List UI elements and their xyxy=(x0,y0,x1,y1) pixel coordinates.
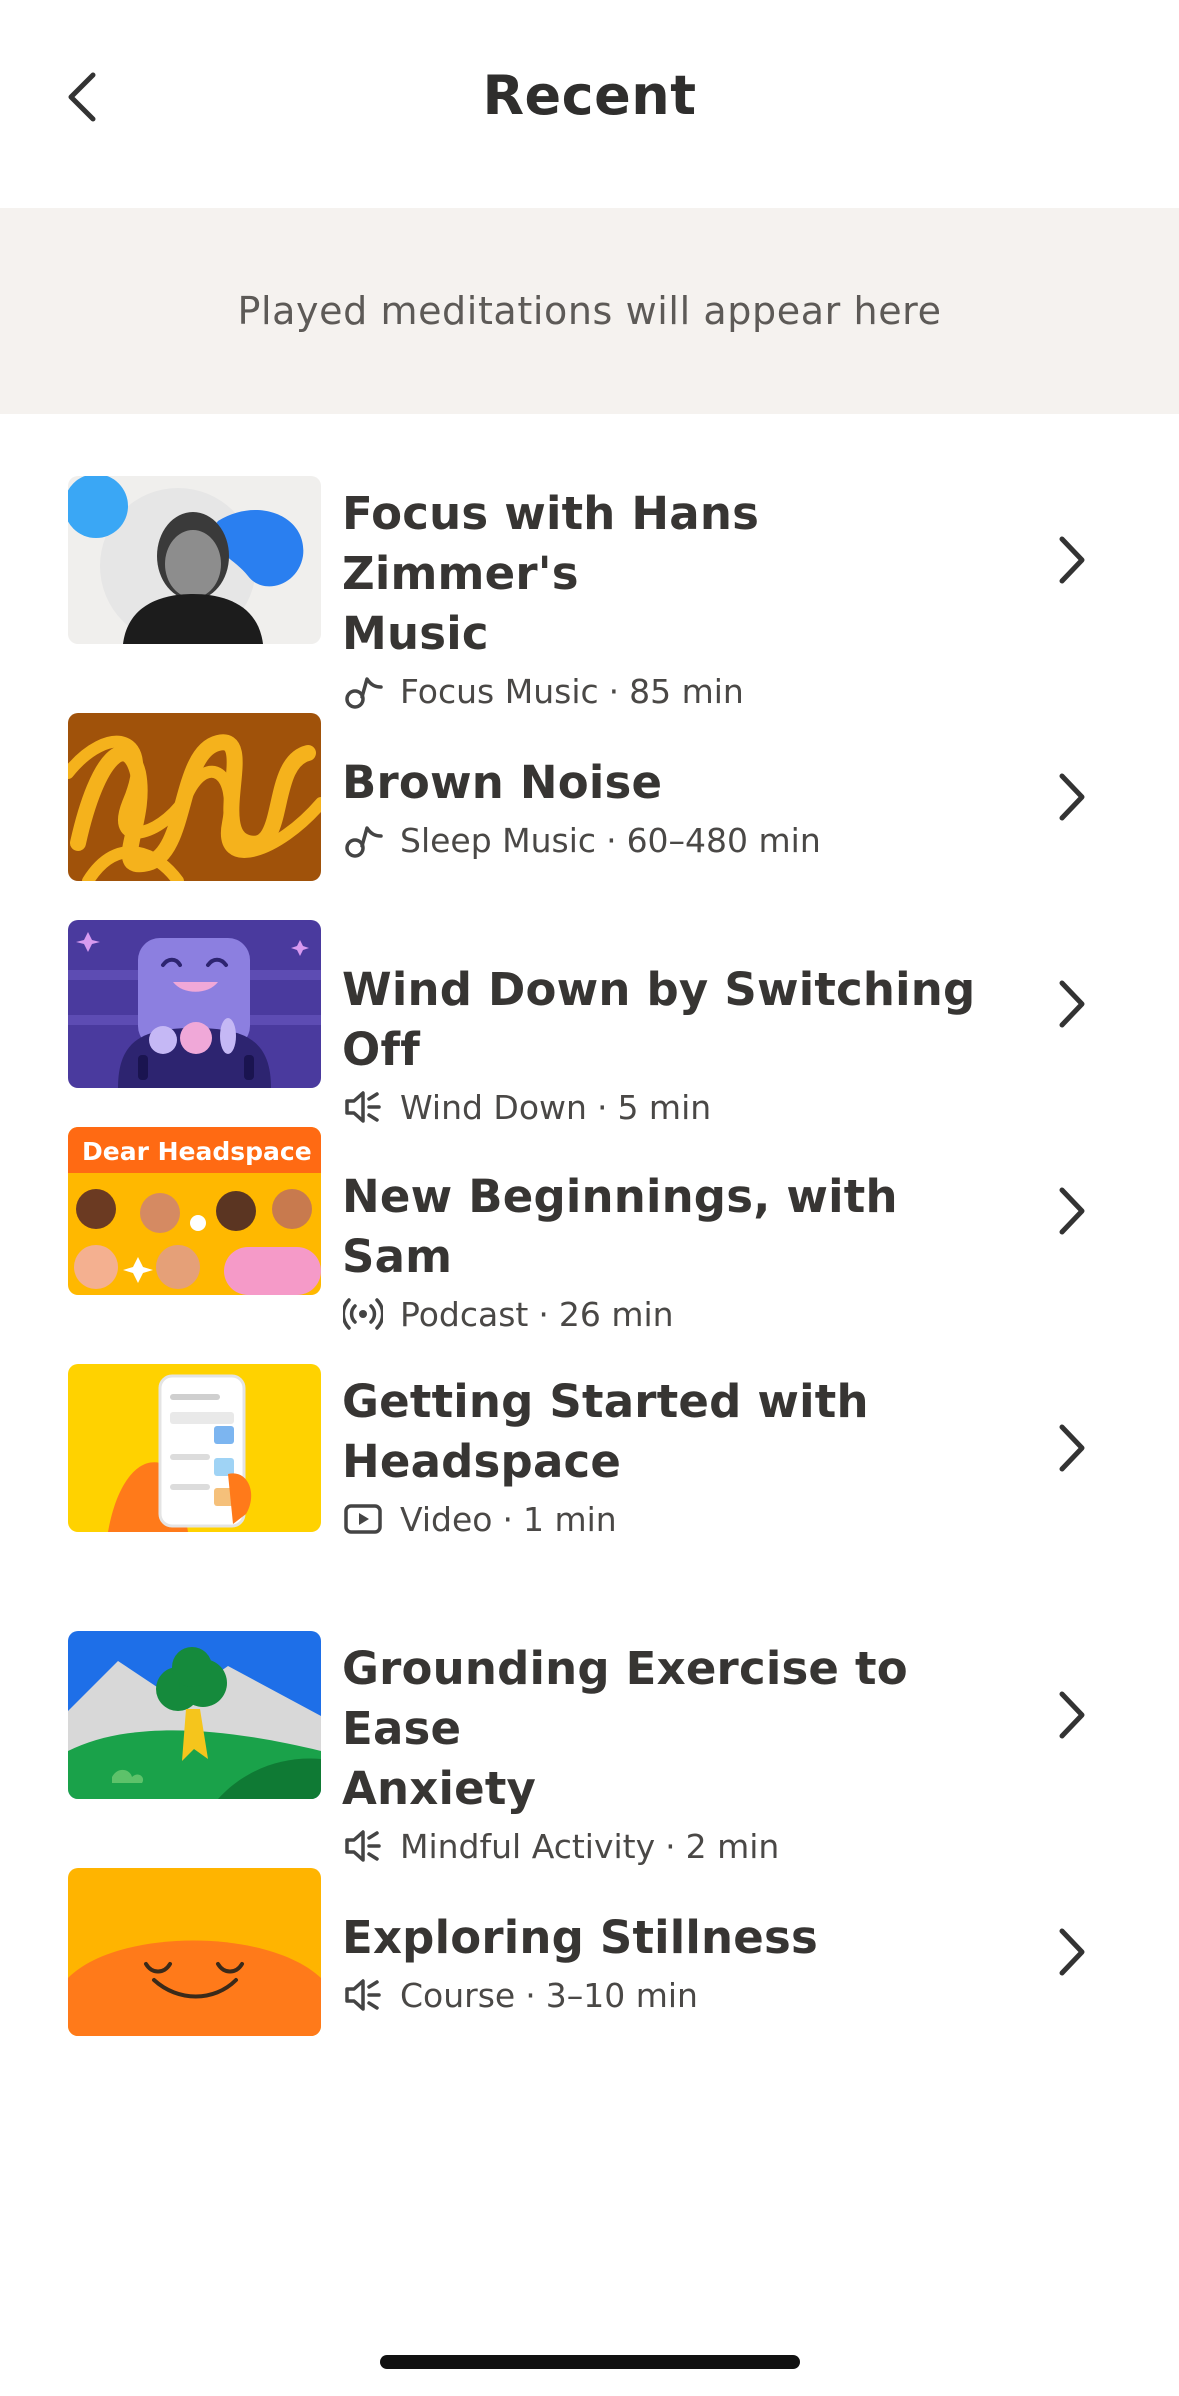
item-title: Getting Started with xyxy=(342,1375,869,1428)
list-item[interactable]: Dear Headspace New Beginnings, with Sam … xyxy=(0,1127,1179,1334)
chevron-right-icon xyxy=(1052,1181,1092,1241)
item-meta: Focus Music · 85 min xyxy=(342,666,982,716)
chevron-right-icon xyxy=(1052,530,1092,590)
meta-separator: · xyxy=(538,1294,549,1334)
item-meta: Mindful Activity · 2 min xyxy=(342,1821,982,1871)
item-title: Brown Noise xyxy=(342,756,663,809)
item-meta: Sleep Music · 60–480 min xyxy=(342,815,982,865)
item-info: Focus with Hans Zimmer's Music Focus Mus… xyxy=(342,484,982,716)
item-info: Grounding Exercise to Ease Anxiety Mindf… xyxy=(342,1639,982,1871)
music-note-icon xyxy=(342,819,384,861)
meta-separator: · xyxy=(665,1826,676,1866)
music-note-icon xyxy=(342,670,384,712)
meta-separator: · xyxy=(525,1975,536,2015)
item-meta: Video · 1 min xyxy=(342,1494,982,1544)
item-duration: 85 min xyxy=(629,671,744,711)
item-title: Focus with Hans Zimmer's xyxy=(342,487,760,600)
thumbnail-image xyxy=(68,713,321,881)
item-duration: 1 min xyxy=(522,1499,617,1539)
speaker-icon xyxy=(342,1825,384,1867)
item-category: Podcast xyxy=(400,1294,529,1334)
item-info: Exploring Stillness Course · 3–10 min xyxy=(342,1908,982,2020)
chevron-right-icon xyxy=(1052,767,1092,827)
item-category: Sleep Music xyxy=(400,820,597,860)
list-item[interactable]: Focus with Hans Zimmer's Music Focus Mus… xyxy=(0,476,1179,711)
list-item[interactable]: Exploring Stillness Course · 3–10 min xyxy=(0,1868,1179,2036)
podcast-icon xyxy=(342,1293,384,1335)
item-category: Course xyxy=(400,1975,516,2015)
chevron-right-icon xyxy=(1052,974,1092,1034)
item-title-line2: Music xyxy=(342,607,489,660)
thumbnail-image: Dear Headspace xyxy=(68,1127,321,1295)
page-title: Recent xyxy=(482,64,697,127)
item-category: Video xyxy=(400,1499,493,1539)
speaker-icon xyxy=(342,1974,384,2016)
item-category: Mindful Activity xyxy=(400,1826,656,1866)
item-title: Exploring Stillness xyxy=(342,1911,818,1964)
meta-separator: · xyxy=(502,1499,513,1539)
list-item[interactable]: Brown Noise Sleep Music · 60–480 min xyxy=(0,713,1179,881)
meta-separator: · xyxy=(608,671,620,711)
item-title: New Beginnings, with Sam xyxy=(342,1170,898,1283)
item-info: Getting Started with Headspace Video · 1… xyxy=(342,1372,982,1544)
banner-text: Played meditations will appear here xyxy=(237,289,942,333)
home-indicator[interactable] xyxy=(380,2355,800,2369)
item-category: Focus Music xyxy=(400,671,599,711)
item-duration: 3–10 min xyxy=(545,1975,698,2015)
item-title: Wind Down by Switching Off xyxy=(342,963,976,1076)
thumbnail-image xyxy=(68,1868,321,2036)
thumbnail-image xyxy=(68,920,321,1088)
video-icon xyxy=(342,1498,384,1540)
list-item[interactable]: Grounding Exercise to Ease Anxiety Mindf… xyxy=(0,1631,1179,1866)
chevron-right-icon xyxy=(1052,1922,1092,1982)
header: Recent xyxy=(0,0,1179,208)
thumbnail-title: Dear Headspace xyxy=(82,1137,312,1166)
speaker-icon xyxy=(342,1086,384,1128)
item-info: Wind Down by Switching Off Wind Down · 5… xyxy=(342,960,982,1132)
meta-separator: · xyxy=(606,820,617,860)
chevron-right-icon xyxy=(1052,1418,1092,1478)
chevron-right-icon xyxy=(1052,1685,1092,1745)
thumbnail-image xyxy=(68,1364,321,1532)
list-item[interactable]: Getting Started with Headspace Video · 1… xyxy=(0,1364,1179,1584)
list-item[interactable]: Wind Down by Switching Off Wind Down · 5… xyxy=(0,920,1179,1127)
item-duration: 26 min xyxy=(558,1294,674,1334)
item-title-line2: Headspace xyxy=(342,1435,622,1488)
item-duration: 2 min xyxy=(685,1826,780,1866)
item-meta: Wind Down · 5 min xyxy=(342,1082,982,1132)
meta-separator: · xyxy=(596,1087,608,1127)
item-info: New Beginnings, with Sam Podcast · 26 mi… xyxy=(342,1167,982,1339)
thumbnail-image xyxy=(68,476,321,644)
item-meta: Podcast · 26 min xyxy=(342,1289,982,1339)
item-title-line2: Anxiety xyxy=(342,1762,537,1815)
item-category: Wind Down xyxy=(400,1087,587,1127)
item-duration: 5 min xyxy=(617,1087,712,1127)
item-duration: 60–480 min xyxy=(626,820,821,860)
item-title: Grounding Exercise to Ease xyxy=(342,1642,908,1755)
empty-state-banner: Played meditations will appear here xyxy=(0,208,1179,414)
item-info: Brown Noise Sleep Music · 60–480 min xyxy=(342,753,982,865)
thumbnail-image xyxy=(68,1631,321,1799)
item-meta: Course · 3–10 min xyxy=(342,1970,982,2020)
